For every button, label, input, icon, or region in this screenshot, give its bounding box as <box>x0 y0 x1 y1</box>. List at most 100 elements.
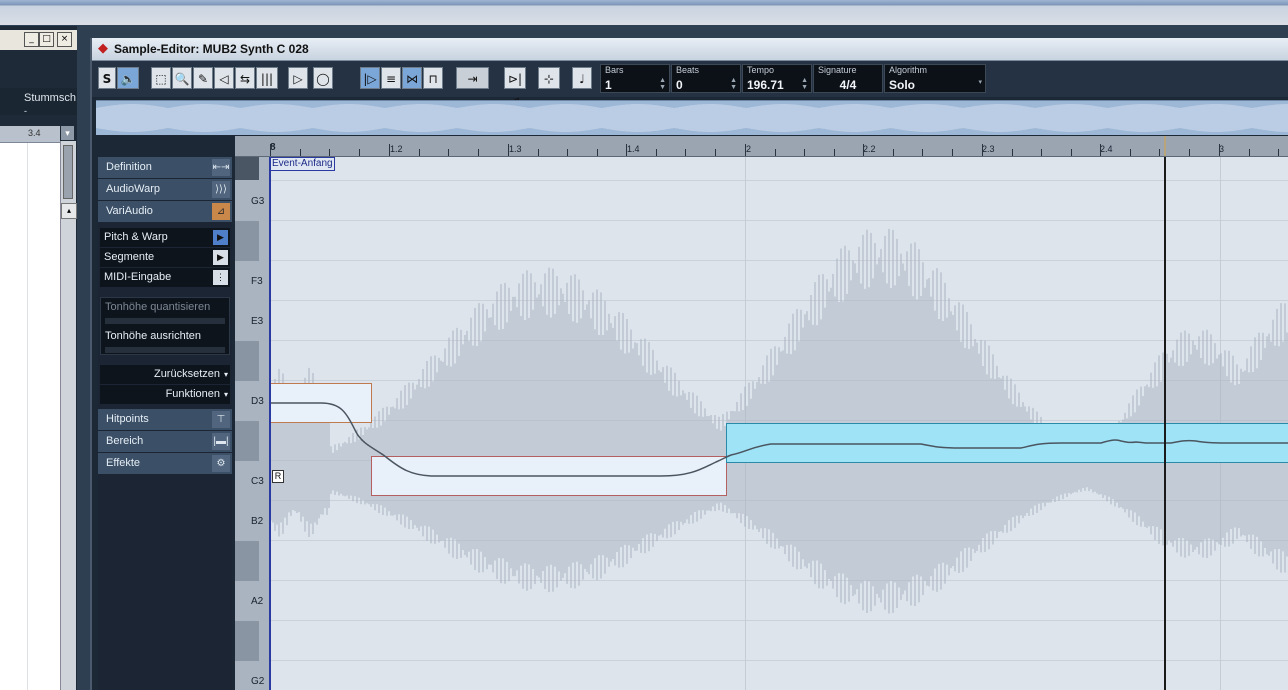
audiowarp-icon: ⟩⟩⟩ <box>212 181 230 198</box>
ruler-tick <box>478 149 479 156</box>
title-bar: ◆ Sample-Editor: MUB2 Synth C 028 <box>92 38 1288 61</box>
reset-dropdown[interactable]: Zurücksetzen <box>100 365 230 384</box>
inspector-variaudio[interactable]: VariAudio ⊿ <box>98 201 232 222</box>
algorithm-select[interactable]: Algorithm Solo ▾ <box>884 64 986 93</box>
pitch-label: G2 <box>251 676 265 687</box>
pitch-label: C3 <box>251 476 264 487</box>
inspector-definition[interactable]: Definition ⇤⇥ <box>98 157 232 178</box>
mode-midi-eingabe[interactable]: MIDI-Eingabe ⋮ <box>100 268 230 287</box>
inspector-audiowarp[interactable]: AudioWarp ⟩⟩⟩ <box>98 179 232 200</box>
waveform-overview[interactable] <box>95 100 1288 135</box>
inspector-hitpoints[interactable]: Hitpoints ⊤ <box>98 409 232 430</box>
listen-button-icon[interactable]: 🔈 <box>117 67 139 89</box>
ruler-tick <box>300 149 301 156</box>
pitch-label: G3 <box>251 196 265 207</box>
sample-editor-window: ◆ Sample-Editor: MUB2 Synth C 028 S 🔈 ⬚ … <box>90 38 1288 690</box>
ruler-tick <box>508 144 509 156</box>
snap-icon[interactable]: ⋈ <box>402 67 422 89</box>
variaudio-icon: ⊿ <box>212 203 230 220</box>
speaker-icon[interactable]: ◁ <box>214 67 234 89</box>
bars-field[interactable]: Bars 1 ▲ ▼ <box>600 64 670 93</box>
waveform-editor[interactable] <box>271 157 1288 690</box>
range-select-icon[interactable]: ⬚ <box>151 67 171 89</box>
loop-icon[interactable]: ◯ <box>313 67 333 89</box>
beats-spinner-icon[interactable]: ▲ ▼ <box>730 77 737 91</box>
signature-field[interactable]: Signature 4/4 <box>813 64 883 93</box>
quantize-icon[interactable]: ⊓ <box>423 67 443 89</box>
beats-field[interactable]: Beats 0 ▲ ▼ <box>671 64 741 93</box>
ruler-tick <box>270 144 271 156</box>
close-button[interactable]: × <box>57 32 72 47</box>
release-marker[interactable]: R <box>272 470 284 483</box>
keyboard-block <box>235 341 259 381</box>
gear-icon: ⚙ <box>212 455 230 472</box>
mode-pitch-warp[interactable]: Pitch & Warp ▶ <box>100 228 230 247</box>
note-icon[interactable]: ♩ <box>572 67 592 89</box>
functions-dropdown[interactable]: Funktionen <box>100 385 230 404</box>
pitch-tools-panel: Tonhöhe quantisieren Tonhöhe ausrichten <box>100 297 230 355</box>
playhead-line[interactable] <box>1164 157 1166 690</box>
hitpoint-icon[interactable]: ||| <box>256 67 278 89</box>
ruler-tick <box>982 144 983 156</box>
ruler-label: 3.4 <box>28 128 41 138</box>
minimize-button[interactable]: _ <box>24 32 39 47</box>
ruler-label: 2.2 <box>863 144 876 154</box>
pitch-label: F3 <box>251 276 263 287</box>
maximize-button[interactable]: □ <box>39 32 54 47</box>
overview-waveform <box>95 104 1288 132</box>
inspector-bereich[interactable]: Bereich |▬| <box>98 431 232 452</box>
project-ruler: 3.4 <box>0 126 60 143</box>
segment-icon[interactable]: ≡ <box>381 67 401 89</box>
keyboard-block <box>235 541 259 581</box>
hitpoints-label: Hitpoints <box>106 413 149 425</box>
scroll-thumb[interactable] <box>63 145 73 199</box>
ruler-tick <box>1159 149 1160 156</box>
algorithm-dropdown-icon[interactable]: ▾ <box>978 79 982 86</box>
scroll-up-icon[interactable]: ▴ <box>61 203 77 219</box>
midi-eingabe-label: MIDI-Eingabe <box>104 271 172 283</box>
pitch-warp-icon[interactable]: |▷ <box>360 67 380 89</box>
inspector-effekte[interactable]: Effekte ⚙ <box>98 453 232 474</box>
align-pitch-label: Tonhöhe ausrichten <box>105 330 202 342</box>
mode-segmente[interactable]: Segmente ▶ <box>100 248 230 267</box>
keyboard-block <box>235 221 259 261</box>
zoom-icon[interactable]: 🔍 <box>172 67 192 89</box>
tempo-field[interactable]: Tempo 196.71 ▲ ▼ <box>742 64 812 93</box>
quantize-pitch-label: Tonhöhe quantisieren <box>105 301 211 313</box>
variaudio-label: VariAudio <box>106 205 153 217</box>
ruler-tick <box>775 149 776 156</box>
event-start-line[interactable] <box>269 157 271 690</box>
keyboard-block <box>235 621 259 661</box>
bars-label: Bars <box>605 65 624 75</box>
vertical-scrollbar[interactable]: ▴ <box>60 141 77 690</box>
ruler-tick <box>1071 149 1072 156</box>
quantize-pitch-slider[interactable] <box>105 318 225 324</box>
bars-spinner-icon[interactable]: ▲ ▼ <box>659 77 666 91</box>
playhead-marker[interactable] <box>1164 136 1166 156</box>
ruler-tick <box>685 149 686 156</box>
auto-scroll-icon[interactable]: ⊳|⊲ <box>504 67 526 108</box>
pitch-label: E3 <box>251 316 264 327</box>
align-pitch-slider[interactable] <box>105 347 225 353</box>
solo-button-icon[interactable]: S <box>98 67 116 89</box>
time-ruler[interactable]: 8 1.2 1.3 1.4 2 2.2 2.3 2.4 3 <box>235 136 1288 157</box>
bars-value: 1 <box>605 78 612 92</box>
ruler-tick <box>567 149 568 156</box>
musical-mode-icon[interactable]: ⇥ <box>456 67 489 89</box>
warp-icon[interactable]: ⇆ <box>235 67 255 89</box>
ruler-tick <box>893 149 894 156</box>
ruler-tick <box>834 149 835 156</box>
ruler-tick <box>1041 149 1042 156</box>
pencil-icon[interactable]: ✎ <box>193 67 213 89</box>
tempo-spinner-icon[interactable]: ▲ ▼ <box>801 77 808 91</box>
definition-icon: ⇤⇥ <box>212 159 230 176</box>
ruler-tick <box>448 149 449 156</box>
play-icon[interactable]: ▷ <box>288 67 308 89</box>
project-window: _ □ × Stummschalten - 3.4 ▾ ▴ <box>0 26 77 690</box>
pitch-curve <box>271 402 1288 477</box>
audiowarp-label: AudioWarp <box>106 183 161 195</box>
ruler-dropdown-icon[interactable]: ▾ <box>61 126 74 140</box>
snap-zero-icon[interactable]: ⊹ <box>538 67 560 89</box>
pitch-warp-mode-icon: ▶ <box>213 230 228 245</box>
algorithm-label: Algorithm <box>889 65 928 75</box>
